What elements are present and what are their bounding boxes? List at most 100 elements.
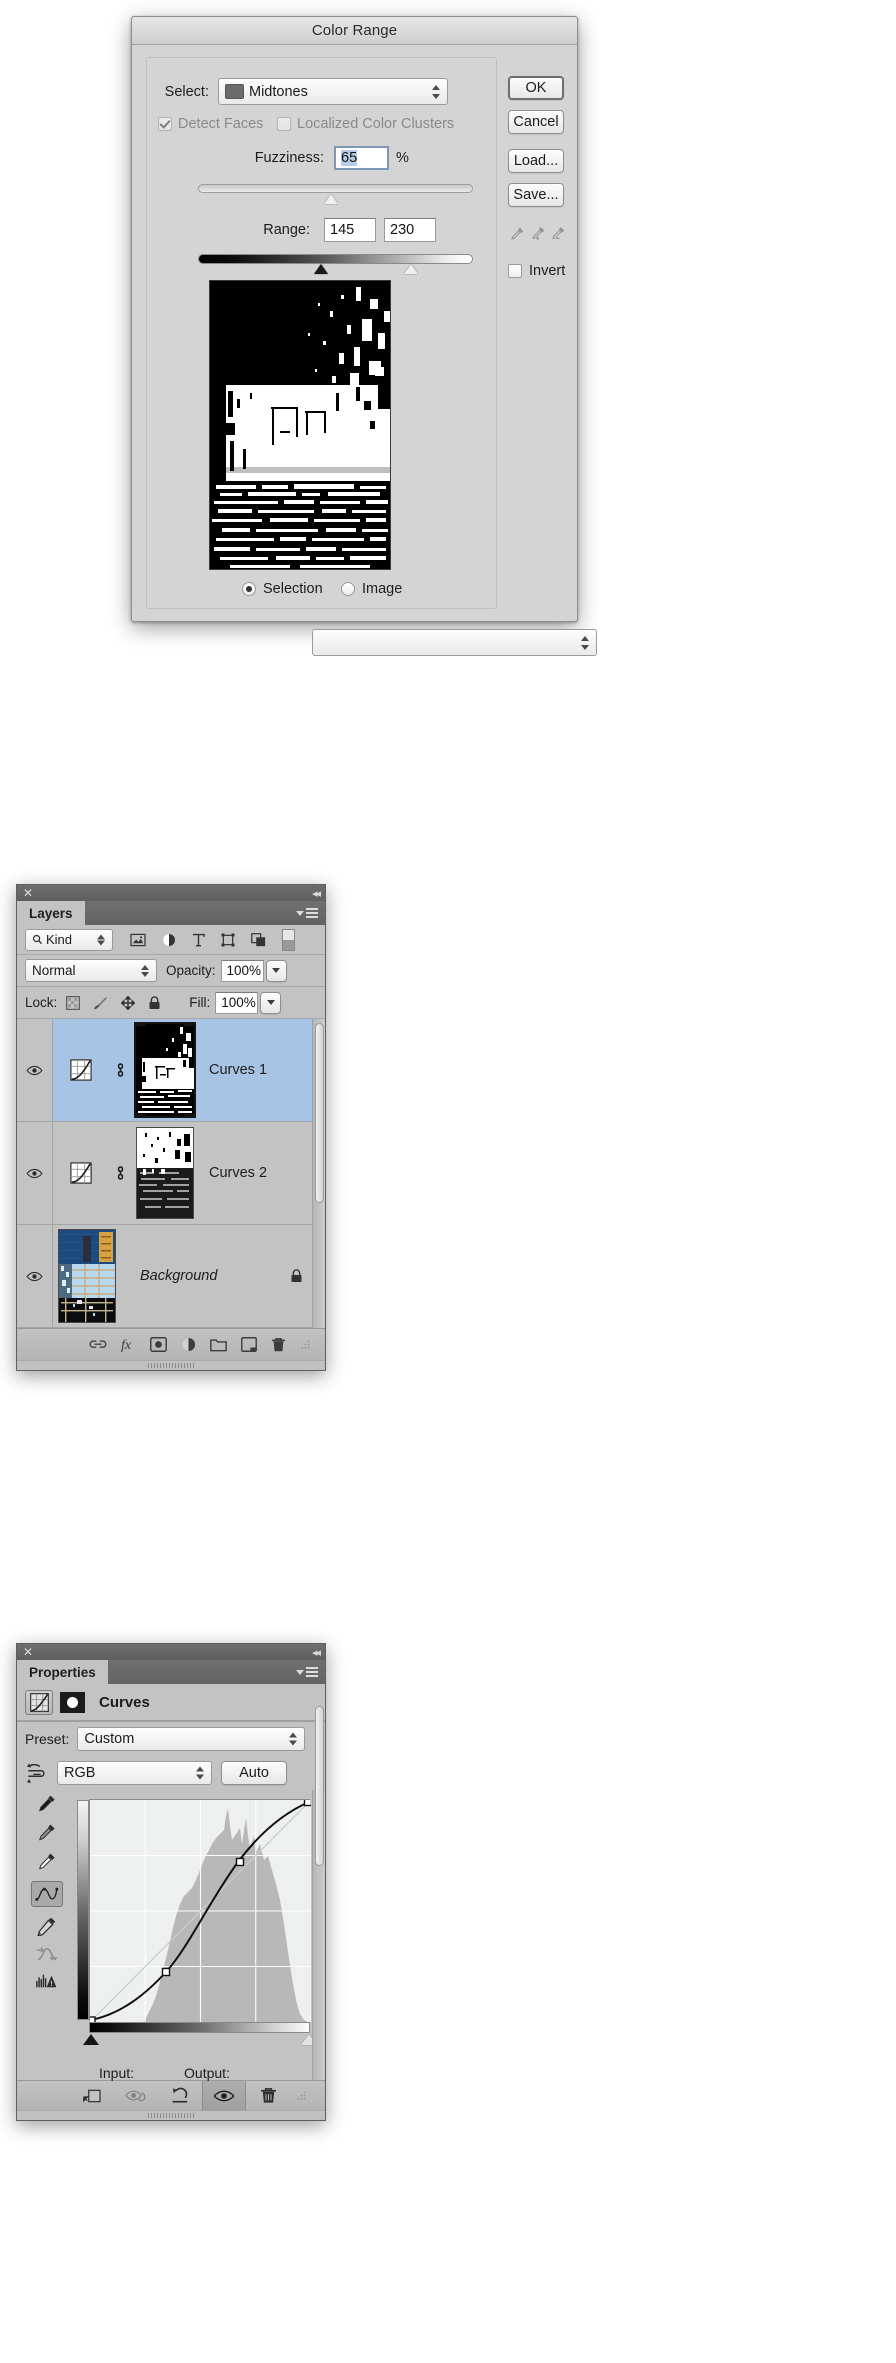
lock-all-icon[interactable] [148,995,161,1010]
layer-thumbnail-cell[interactable] [53,1162,109,1184]
tab-layers[interactable]: Layers [17,901,85,925]
clip-to-layer-button[interactable] [70,2081,114,2111]
reset-adjustment-button[interactable] [158,2081,202,2111]
cancel-button[interactable]: Cancel [508,110,564,134]
black-point-eyedropper-icon[interactable] [37,1794,57,1814]
layer-link-cell[interactable] [109,1166,131,1180]
fuzziness-slider[interactable] [198,184,473,204]
range-low-thumb[interactable] [314,264,328,274]
smooth-curve-icon[interactable] [36,1945,58,1963]
collapse-panel-icon-2[interactable]: ◂◂ [312,1646,321,1659]
load-button[interactable]: Load... [508,149,564,173]
lock-transparent-pixels-icon[interactable] [66,995,81,1010]
fill-input[interactable]: 100% [215,991,259,1014]
resize-grip-icon-2[interactable] [296,2090,307,2101]
smart-object-filter-icon[interactable] [251,932,266,947]
eye-icon[interactable] [26,1168,43,1179]
layer-mask-thumbnail-cell[interactable] [131,1022,199,1118]
layer-visibility-cell[interactable] [17,1225,53,1327]
range-high-input[interactable]: 230 [384,218,436,242]
pixel-filter-icon[interactable] [130,933,146,947]
new-layer-icon[interactable] [241,1337,257,1352]
layer-style-fx-icon[interactable]: fx [121,1337,136,1353]
auto-button[interactable]: Auto [221,1761,287,1785]
preview-mode-image-radio[interactable]: Image [341,581,402,597]
layer-name[interactable]: Curves 1 [209,1062,267,1078]
eye-icon[interactable] [26,1271,43,1282]
properties-panel-menu-icon[interactable] [296,1667,318,1677]
white-point-eyedropper-icon[interactable] [37,1852,57,1872]
tab-properties[interactable]: Properties [17,1660,108,1684]
pencil-tool-icon[interactable] [37,1916,57,1936]
lock-position-icon[interactable] [121,995,136,1010]
color-range-preview[interactable] [209,280,391,570]
eyedropper-subtract-icon[interactable] [551,226,566,241]
invert-checkbox[interactable]: Invert [508,263,565,279]
gray-point-eyedropper-icon[interactable] [37,1823,57,1843]
range-slider[interactable] [198,254,473,274]
save-button[interactable]: Save... [508,183,564,207]
layer-visibility-cell[interactable] [17,1019,53,1121]
layer-name[interactable]: Background [140,1268,217,1284]
layers-scrollbar[interactable] [312,1019,325,1328]
filter-kind-dropdown[interactable]: Kind [25,928,113,951]
channel-dropdown[interactable]: RGB [57,1761,212,1785]
lock-image-pixels-icon[interactable] [93,996,108,1010]
eyedropper-icon[interactable] [510,226,525,241]
layer-mask-icon-button[interactable] [60,1691,85,1713]
curves-graph[interactable] [77,1799,311,2022]
opacity-scrubber-button[interactable] [265,959,287,982]
collapse-panel-icon[interactable]: ◂◂ [312,887,321,900]
clipping-histogram-icon[interactable]: ! [36,1972,58,1990]
close-icon[interactable]: ✕ [23,887,33,899]
layer-name[interactable]: Curves 2 [209,1165,267,1181]
toggle-layer-visibility-button[interactable] [202,2080,246,2111]
background-popup-partial[interactable] [312,629,597,656]
opacity-input[interactable]: 100% [220,959,264,982]
preview-mode-selection-radio[interactable]: Selection [242,581,323,597]
resize-grip-icon[interactable] [300,1339,311,1350]
layers-scroll-thumb[interactable] [315,1023,324,1203]
table-row[interactable]: Curves 1 [17,1019,325,1122]
target-adjustment-icon[interactable] [25,1762,49,1784]
properties-scrollbar[interactable] [312,1706,325,2080]
eye-icon[interactable] [26,1065,43,1076]
layers-panel-grip[interactable] [17,1360,325,1370]
eyedropper-add-icon[interactable] [531,226,546,241]
type-filter-icon[interactable] [192,933,205,947]
preview-previous-state-button[interactable] [114,2081,158,2111]
fuzziness-slider-thumb[interactable] [324,194,338,204]
layer-mask-thumbnail-cell[interactable] [131,1127,199,1219]
range-high-thumb[interactable] [404,264,418,274]
preset-dropdown[interactable]: Custom [77,1727,305,1751]
layer-visibility-cell[interactable] [17,1122,53,1224]
filter-toggle-switch[interactable] [282,928,295,951]
add-layer-mask-icon[interactable] [150,1337,167,1352]
table-row[interactable]: Background [17,1225,325,1328]
shadow-input-slider[interactable] [83,2034,99,2045]
curve-point-tool-button[interactable] [31,1881,63,1907]
ok-button[interactable]: OK [508,76,564,100]
delete-layer-icon[interactable] [271,1337,286,1353]
new-group-icon[interactable] [210,1338,227,1352]
layer-link-cell[interactable] [109,1063,131,1077]
table-row[interactable]: Curves 2 [17,1122,325,1225]
range-low-input[interactable]: 145 [324,218,376,242]
link-layers-icon[interactable] [89,1338,107,1351]
detect-faces-checkbox[interactable]: Detect Faces [158,116,263,132]
new-adjustment-layer-icon[interactable] [181,1337,196,1352]
layer-thumbnail-cell[interactable] [53,1059,109,1081]
adjustment-filter-icon[interactable] [162,933,176,947]
shape-filter-icon[interactable] [221,932,235,947]
curves-adjustment-icon-button[interactable] [25,1689,53,1715]
layers-panel-menu-icon[interactable] [296,908,318,918]
curve-plot[interactable] [90,1800,311,2022]
blend-mode-dropdown[interactable]: Normal [25,959,157,982]
delete-adjustment-layer-button[interactable] [246,2081,290,2111]
close-icon-2[interactable]: ✕ [23,1646,33,1658]
properties-panel-grip[interactable] [17,2110,325,2120]
fill-scrubber-button[interactable] [260,991,282,1014]
select-dropdown[interactable]: Midtones [218,78,448,105]
layer-thumbnail-cell[interactable] [53,1229,121,1323]
fuzziness-input[interactable]: 65 [334,146,389,170]
